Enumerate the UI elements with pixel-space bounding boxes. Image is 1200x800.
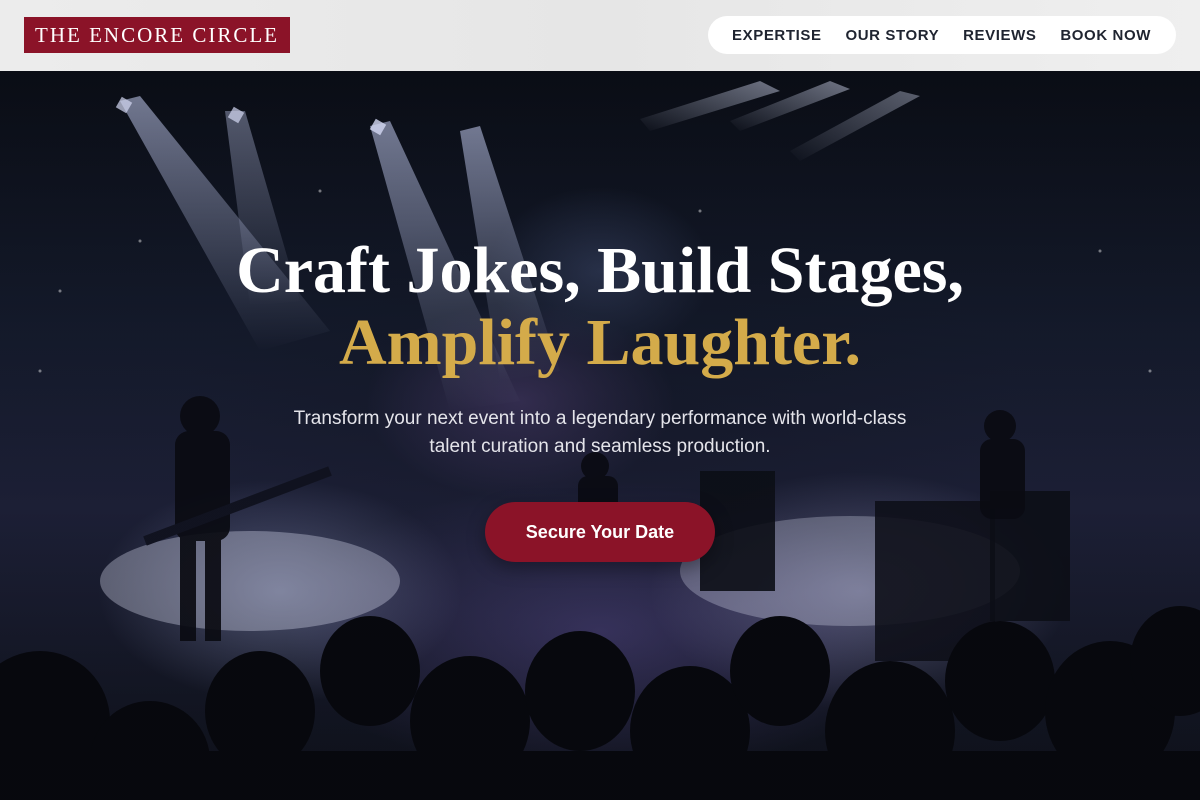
nav-item-our-story[interactable]: OUR STORY bbox=[845, 27, 939, 44]
secure-date-button[interactable]: Secure Your Date bbox=[485, 502, 715, 562]
nav-item-reviews[interactable]: REVIEWS bbox=[963, 27, 1036, 44]
hero-subheadline: Transform your next event into a legenda… bbox=[293, 408, 907, 457]
hero-section: Craft Jokes, Build Stages, Amplify Laugh… bbox=[0, 71, 1200, 800]
headline-line-2-accent: Amplify Laughter. bbox=[339, 306, 861, 379]
site-header: THE ENCORE CIRCLE EXPERTISE OUR STORY RE… bbox=[0, 0, 1200, 71]
nav-item-expertise[interactable]: EXPERTISE bbox=[732, 27, 822, 44]
nav-item-book-now[interactable]: BOOK NOW bbox=[1060, 27, 1151, 44]
hero-headline: Craft Jokes, Build Stages, Amplify Laugh… bbox=[0, 235, 1200, 379]
headline-line-1: Craft Jokes, Build Stages, bbox=[236, 234, 964, 307]
brand-logo[interactable]: THE ENCORE CIRCLE bbox=[24, 17, 290, 53]
main-nav: EXPERTISE OUR STORY REVIEWS BOOK NOW bbox=[708, 16, 1176, 54]
